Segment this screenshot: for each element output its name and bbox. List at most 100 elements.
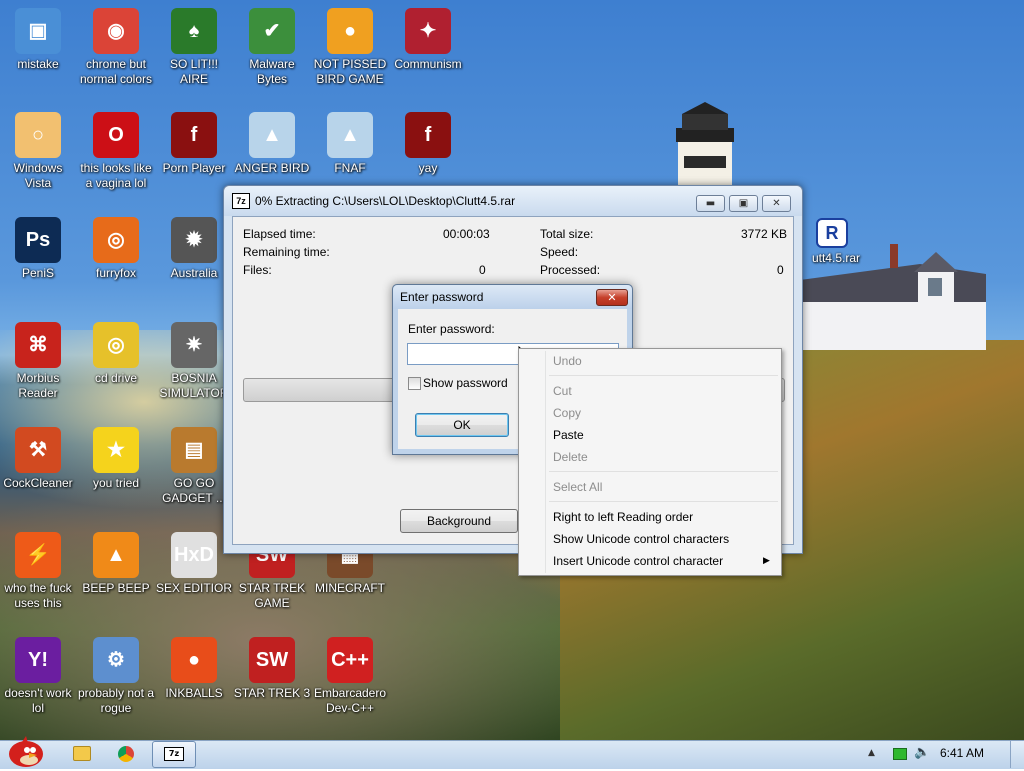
winged-shield-icon: ✦ [405, 8, 451, 54]
desktop-icon[interactable]: ⚒ CockCleaner [0, 427, 77, 491]
desktop-icon[interactable]: ▣ mistake [0, 8, 77, 72]
password-dialog-close-button[interactable]: ✕ [596, 289, 628, 306]
cd-icon: ◎ [93, 322, 139, 368]
desktop-icon[interactable]: ▲ ANGER BIRD [233, 112, 311, 176]
7z-icon: 7z [164, 747, 184, 761]
desktop-icon-label: chrome but normal colors [79, 57, 153, 86]
desktop-icon[interactable]: C++ Embarcadero Dev-C++ [311, 637, 389, 716]
menu-item-insert-unicode[interactable]: Insert Unicode control character [553, 551, 723, 571]
desktop-icon-label: yay [418, 161, 438, 175]
menu-separator [549, 501, 778, 502]
desktop-icon[interactable]: ○ Windows Vista [0, 112, 77, 191]
desktop-icon-label: Communism [394, 57, 462, 71]
desktop-icon[interactable]: ◎ cd drive [77, 322, 155, 386]
rar-icon: R [816, 218, 848, 248]
desktop-icon-label: SEX EDITIOR [155, 581, 232, 595]
context-menu[interactable]: Undo Cut Copy Paste Delete Select All Ri… [518, 348, 782, 576]
chrome-icon [118, 746, 134, 762]
desktop-icon[interactable]: ▤ GO GO GADGET ... [155, 427, 233, 506]
desktop-icon-label: PeniS [21, 266, 55, 280]
menu-item-show-unicode[interactable]: Show Unicode control characters [553, 529, 729, 549]
red-bird-icon: ▲ [249, 112, 295, 158]
desktop-icon-label: furryfox [95, 266, 136, 280]
desktop-icon-label: SO LIT!!! AIRE [169, 57, 218, 86]
desktop-icon[interactable]: ◉ chrome but normal colors [77, 8, 155, 87]
desktop-icon[interactable]: ✔ Malware Bytes [233, 8, 311, 87]
minimize-button[interactable]: ▬ [696, 195, 725, 212]
show-hidden-icons-icon[interactable]: ▲ [868, 748, 875, 758]
close-button[interactable]: ✕ [762, 195, 791, 212]
desktop-icon[interactable]: Y! doesn't work lol [0, 637, 77, 716]
desktop-icon[interactable]: ♠ SO LIT!!! AIRE [155, 8, 233, 87]
menu-item-select-all[interactable]: Select All [553, 477, 602, 497]
taskbar-explorer-button[interactable] [64, 742, 100, 766]
total-size-value: 3772 KB [741, 227, 788, 241]
chrome-icon: ◉ [93, 8, 139, 54]
processed-value: 0 [777, 263, 784, 277]
desktop-icon-label: ANGER BIRD [234, 161, 310, 175]
desktop-icon[interactable]: ✦ Communism [389, 8, 467, 72]
mine-icon: ✷ [171, 322, 217, 368]
desktop-icon[interactable]: ⚡ who the fuck uses this [0, 532, 77, 611]
desktop-icon[interactable]: ★ you tried [77, 427, 155, 491]
desktop-icon-label: BOSNIA SIMULATOR [159, 371, 229, 400]
desktop-icon[interactable]: ✹ Australia [155, 217, 233, 281]
desktop-icon-label: probably not a rogue [77, 686, 155, 715]
taskbar-chrome-button[interactable] [108, 742, 144, 766]
red-bird-icon: ▲ [327, 112, 373, 158]
desktop-icon[interactable]: ◎ furryfox [77, 217, 155, 281]
menu-item-paste[interactable]: Paste [553, 425, 584, 445]
desktop-icon-label: who the fuck uses this [4, 581, 72, 610]
desktop-icon[interactable]: Ps PeniS [0, 217, 77, 281]
background-button[interactable]: Background [400, 509, 518, 533]
7z-app-icon: 7z [232, 193, 250, 209]
flash-icon: f [171, 112, 217, 158]
desktop-icon[interactable]: ⌘ Morbius Reader [0, 322, 77, 401]
menu-item-undo[interactable]: Undo [553, 351, 582, 371]
desktop-icon[interactable]: HxD SEX EDITIOR [155, 532, 233, 596]
speed-label: Speed: [540, 245, 579, 259]
egg-icon: ○ [15, 112, 61, 158]
desktop-icon-label: Morbius Reader [16, 371, 60, 400]
desktop-icon-label: BEEP BEEP [82, 581, 150, 595]
desktop-icon-label: Porn Player [162, 161, 226, 175]
desktop-icon[interactable]: f Porn Player [155, 112, 233, 176]
desktop-icon[interactable]: Othis looks like a vagina lol [77, 112, 155, 191]
maximize-button[interactable]: ▣ [729, 195, 758, 212]
desktop-icon[interactable]: ▲ BEEP BEEP [77, 532, 155, 596]
show-desktop-button[interactable] [1010, 741, 1024, 768]
desktop-icon-label: this looks like a vagina lol [80, 161, 152, 190]
menu-item-cut[interactable]: Cut [553, 381, 572, 401]
shield-icon: ✔ [249, 8, 295, 54]
ok-button[interactable]: OK [415, 413, 509, 437]
desktop-icon[interactable]: f yay [389, 112, 467, 176]
broom-icon: ⚒ [15, 427, 61, 473]
files-label: Files: [243, 263, 272, 277]
show-password-label[interactable]: Show password [423, 376, 508, 390]
taskbar-clock[interactable]: 6:41 AM [940, 746, 984, 760]
folder-icon [73, 746, 91, 761]
desktop-icon[interactable]: ▲ FNAF [311, 112, 389, 176]
desktop-icon[interactable]: ● INKBALLS [155, 637, 233, 701]
desktop-icon[interactable]: ● NOT PISSED BIRD GAME [311, 8, 389, 87]
desktop-icon[interactable]: ✷ BOSNIA SIMULATOR [155, 322, 233, 401]
desktop-icon-label: mistake [17, 57, 59, 71]
menu-item-delete[interactable]: Delete [553, 447, 588, 467]
pdf-icon: ⌘ [15, 322, 61, 368]
briefcase-icon: ▤ [171, 427, 217, 473]
desktop-icon[interactable]: ⚙ probably not a rogue [77, 637, 155, 716]
desktop-icon[interactable]: SW STAR TREK 3 [233, 637, 311, 701]
show-password-checkbox[interactable] [408, 377, 421, 390]
desktop-icon-label: STAR TREK 3 [233, 686, 311, 700]
battery-icon[interactable] [893, 748, 907, 760]
menu-item-rtl[interactable]: Right to left Reading order [553, 507, 693, 527]
start-button[interactable] [2, 734, 52, 768]
volume-icon[interactable]: 🔈 [914, 745, 930, 760]
password-dialog-title: Enter password [400, 290, 484, 304]
desktop-icon-label: doesn't work lol [4, 686, 72, 715]
taskbar-7z-button[interactable]: 7z [152, 741, 196, 768]
menu-item-copy[interactable]: Copy [553, 403, 581, 423]
green-pig-icon: ● [327, 8, 373, 54]
total-size-label: Total size: [540, 227, 594, 241]
photoshop-icon: Ps [15, 217, 61, 263]
